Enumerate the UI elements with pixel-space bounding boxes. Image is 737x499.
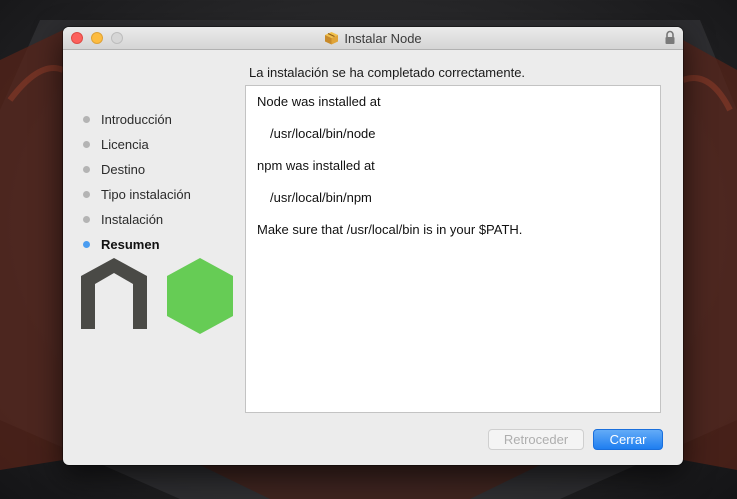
step-label: Instalación	[101, 212, 164, 227]
nodejs-logo-icon	[81, 258, 233, 334]
step-tipo-instalacion: Tipo instalación	[83, 182, 233, 207]
package-icon	[325, 32, 339, 45]
step-label: Destino	[101, 162, 146, 177]
step-bullet	[83, 141, 90, 148]
step-instalacion: Instalación	[83, 207, 233, 232]
summary-text-area[interactable]: Node was installed at /usr/local/bin/nod…	[245, 85, 661, 413]
step-bullet	[83, 166, 90, 173]
back-button[interactable]: Retroceder	[488, 429, 584, 450]
window-title-text: Instalar Node	[344, 30, 422, 46]
path-hint-line: Make sure that /usr/local/bin is in your…	[257, 222, 523, 237]
step-label: Tipo instalación	[101, 187, 191, 202]
window-title: Instalar Node	[63, 27, 683, 49]
close-button[interactable]: Cerrar	[593, 429, 663, 450]
step-resumen: Resumen	[83, 232, 233, 257]
step-bullet	[83, 191, 90, 198]
installer-window: Instalar Node La instalación se ha compl…	[63, 27, 683, 465]
step-bullet	[83, 216, 90, 223]
npm-path: /usr/local/bin/npm	[270, 190, 372, 205]
lock-icon	[665, 30, 675, 44]
step-introduccion: Introducción	[83, 107, 233, 132]
step-label: Introducción	[101, 112, 172, 127]
step-label: Resumen	[101, 237, 160, 252]
step-licencia: Licencia	[83, 132, 233, 157]
step-destino: Destino	[83, 157, 233, 182]
step-bullet	[83, 116, 90, 123]
status-heading: La instalación se ha completado correcta…	[249, 65, 526, 80]
node-installed-line: Node was installed at	[257, 94, 381, 109]
step-bullet-active	[83, 241, 90, 248]
title-bar[interactable]: Instalar Node	[63, 27, 683, 50]
steps-sidebar: Introducción Licencia Destino Tipo insta…	[83, 107, 233, 257]
npm-installed-line: npm was installed at	[257, 158, 375, 173]
node-path: /usr/local/bin/node	[270, 126, 376, 141]
step-label: Licencia	[101, 137, 149, 152]
